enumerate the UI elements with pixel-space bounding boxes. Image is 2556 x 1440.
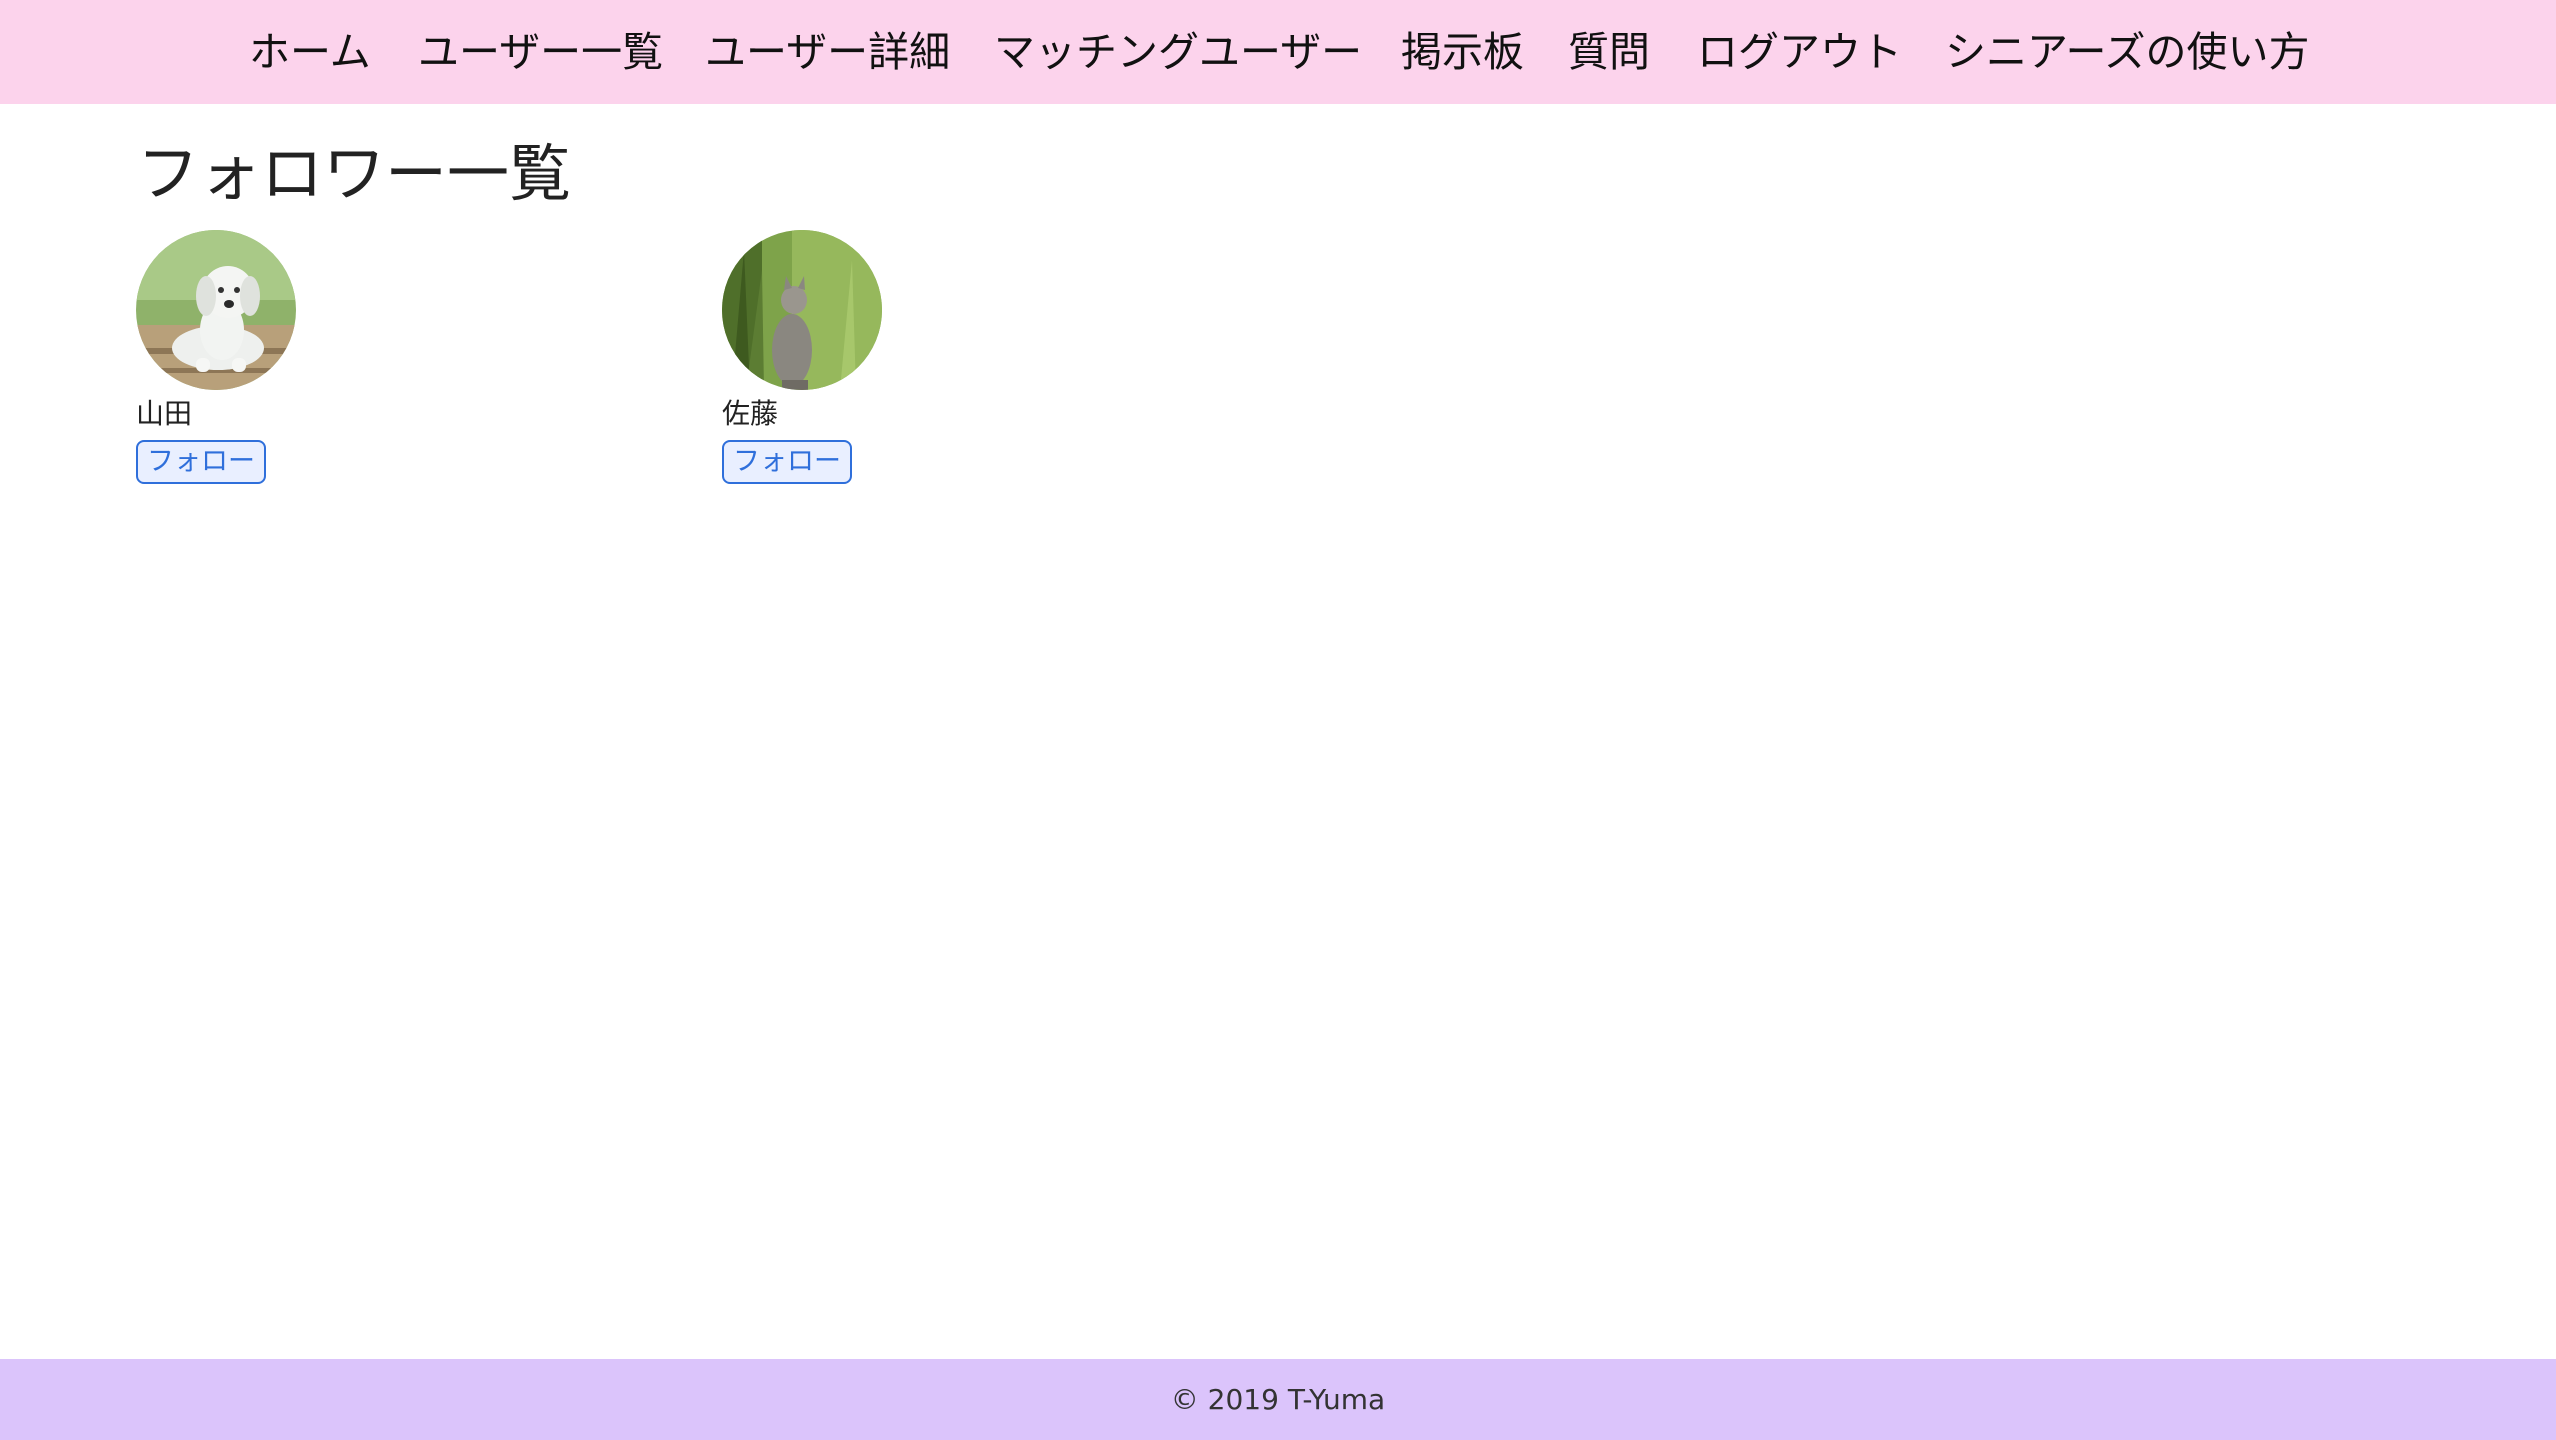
footer: © 2019 T-Yuma: [0, 1359, 2556, 1440]
avatar[interactable]: [136, 230, 296, 390]
follower-card: 山田 フォロー: [136, 230, 536, 490]
cat-photo-icon: [722, 230, 882, 390]
nav-link-how-to-use[interactable]: シニアーズの使い方: [1945, 0, 2310, 104]
nav-link-questions[interactable]: 質問: [1568, 0, 1650, 104]
page-title: フォロワー一覧: [137, 137, 572, 210]
user-name[interactable]: 佐藤: [722, 392, 778, 436]
nav-link-logout[interactable]: ログアウト: [1697, 0, 1902, 104]
puppy-photo-icon: [136, 230, 296, 390]
nav-link-user-list[interactable]: ユーザー一覧: [418, 0, 663, 104]
user-name[interactable]: 山田: [136, 392, 192, 436]
follow-button[interactable]: フォロー: [136, 440, 266, 484]
follow-button[interactable]: フォロー: [722, 440, 852, 484]
avatar[interactable]: [722, 230, 882, 390]
nav-link-home[interactable]: ホーム: [249, 0, 371, 104]
nav-link-matching-users[interactable]: マッチングユーザー: [994, 0, 1362, 104]
top-navbar: ホーム ユーザー一覧 ユーザー詳細 マッチングユーザー 掲示板 質問 ログアウト…: [0, 0, 2556, 104]
follower-card: 佐藤 フォロー: [722, 230, 1122, 490]
nav-link-user-detail[interactable]: ユーザー詳細: [705, 0, 950, 104]
nav-link-board[interactable]: 掲示板: [1401, 0, 1524, 104]
footer-copyright: © 2019 T-Yuma: [1170, 1383, 1386, 1416]
